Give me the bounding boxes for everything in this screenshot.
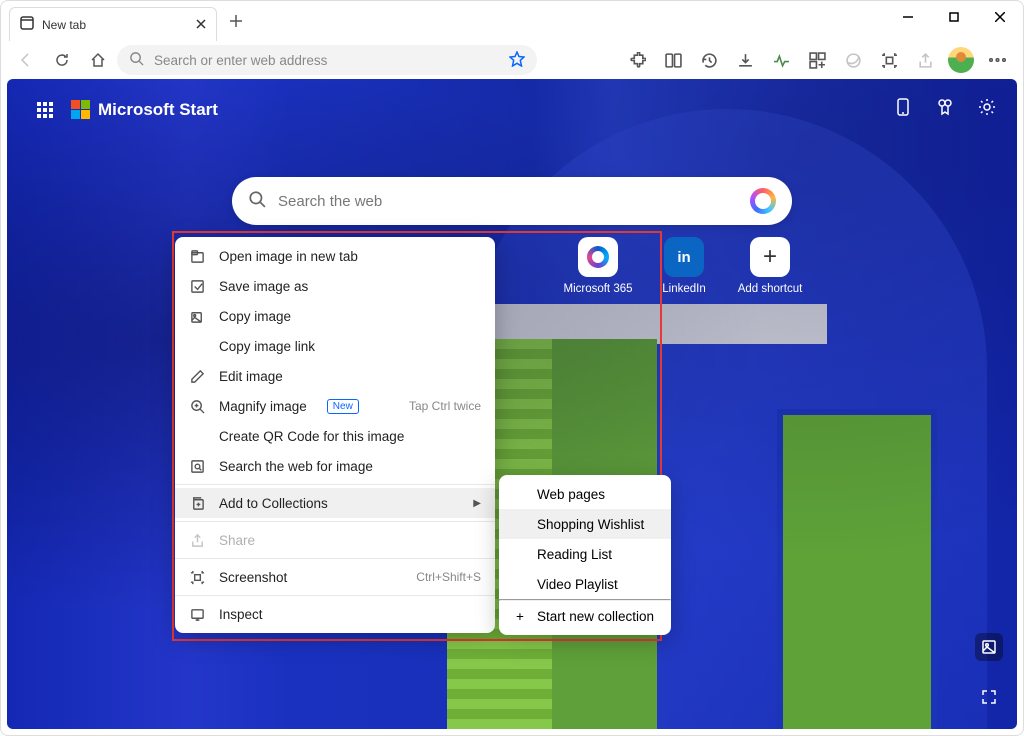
submenu-reading-list[interactable]: Reading List (499, 539, 671, 569)
downloads-icon[interactable] (727, 44, 763, 76)
expand-icon[interactable] (975, 683, 1003, 711)
ctx-open-image-new-tab[interactable]: Open image in new tab (175, 241, 495, 271)
browser-tab[interactable]: New tab (9, 7, 217, 41)
tab-title: New tab (42, 18, 86, 32)
inspect-icon (189, 607, 205, 622)
share-icon (189, 533, 205, 548)
extensions-icon[interactable] (619, 44, 655, 76)
copy-image-icon (189, 309, 205, 324)
close-tab-icon[interactable] (196, 18, 206, 32)
edit-background-icon[interactable] (975, 633, 1003, 661)
page-icon (20, 16, 34, 33)
web-search-box[interactable]: Search the web (232, 177, 792, 225)
submenu-start-new-collection[interactable]: +Start new collection (499, 601, 671, 631)
ctx-save-image-as[interactable]: Save image as (175, 271, 495, 301)
new-tab-button[interactable] (221, 6, 251, 36)
address-placeholder: Search or enter web address (154, 53, 327, 68)
context-menu: Open image in new tab Save image as Copy… (175, 237, 495, 633)
share-page-icon[interactable] (907, 44, 943, 76)
search-placeholder: Search the web (278, 193, 382, 210)
ctx-add-to-collections[interactable]: Add to Collections ▶ (175, 488, 495, 518)
split-screen-icon[interactable] (655, 44, 691, 76)
tab-bar: New tab (1, 1, 1023, 41)
settings-gear-icon[interactable] (977, 97, 997, 122)
ctx-magnify-image[interactable]: Magnify image New Tap Ctrl twice (175, 391, 495, 421)
ctx-inspect[interactable]: Inspect (175, 599, 495, 629)
magnify-hint: Tap Ctrl twice (409, 399, 481, 413)
open-tab-icon (189, 249, 205, 264)
ctx-share: Share (175, 525, 495, 555)
brand-title: Microsoft Start (98, 100, 218, 120)
copilot-icon[interactable] (750, 188, 776, 214)
shortcut-add[interactable]: + Add shortcut (742, 237, 798, 295)
apps-icon[interactable] (799, 44, 835, 76)
submenu-shopping-wishlist[interactable]: Shopping Wishlist (499, 509, 671, 539)
screenshot-tool-icon[interactable] (871, 44, 907, 76)
submenu-web-pages[interactable]: Web pages (499, 479, 671, 509)
m365-icon (578, 237, 618, 277)
minimize-button[interactable] (885, 1, 931, 33)
mobile-icon[interactable] (893, 97, 913, 122)
more-icon[interactable] (979, 44, 1015, 76)
performance-icon[interactable] (763, 44, 799, 76)
collections-submenu: Web pages Shopping Wishlist Reading List… (499, 475, 671, 635)
toolbar: Search or enter web address (1, 41, 1023, 79)
profile-avatar[interactable] (943, 44, 979, 76)
refresh-button[interactable] (45, 44, 79, 76)
app-launcher-icon[interactable] (37, 102, 53, 118)
address-bar[interactable]: Search or enter web address (117, 45, 537, 75)
submenu-video-playlist[interactable]: Video Playlist (499, 569, 671, 599)
visual-search-icon (189, 459, 205, 474)
ctx-copy-image-link[interactable]: Copy image link (175, 331, 495, 361)
ctx-create-qr[interactable]: Create QR Code for this image (175, 421, 495, 451)
save-icon (189, 279, 205, 294)
chevron-right-icon: ▶ (473, 498, 481, 509)
favorite-icon[interactable] (509, 51, 525, 70)
new-badge: New (327, 399, 359, 414)
rewards-icon[interactable] (935, 97, 955, 122)
plus-icon: + (750, 237, 790, 277)
edit-icon (189, 369, 205, 384)
shortcut-m365[interactable]: Microsoft 365 (570, 237, 626, 295)
home-button[interactable] (81, 44, 115, 76)
history-icon[interactable] (691, 44, 727, 76)
shortcut-linkedin[interactable]: in LinkedIn (656, 237, 712, 295)
ctx-copy-image[interactable]: Copy image (175, 301, 495, 331)
close-window-button[interactable] (977, 1, 1023, 33)
internet-explorer-icon[interactable] (835, 44, 871, 76)
maximize-button[interactable] (931, 1, 977, 33)
search-icon (129, 51, 144, 69)
linkedin-icon: in (664, 237, 704, 277)
ctx-edit-image[interactable]: Edit image (175, 361, 495, 391)
content-area: Microsoft Start Search the web Microsoft… (7, 79, 1017, 729)
screenshot-icon (189, 570, 205, 585)
plus-icon: + (513, 609, 527, 624)
search-icon (248, 190, 266, 213)
magnify-icon (189, 399, 205, 414)
ctx-search-web-image[interactable]: Search the web for image (175, 451, 495, 481)
ctx-screenshot[interactable]: Screenshot Ctrl+Shift+S (175, 562, 495, 592)
microsoft-logo-icon (71, 100, 90, 119)
collections-icon (189, 496, 205, 511)
back-button[interactable] (9, 44, 43, 76)
